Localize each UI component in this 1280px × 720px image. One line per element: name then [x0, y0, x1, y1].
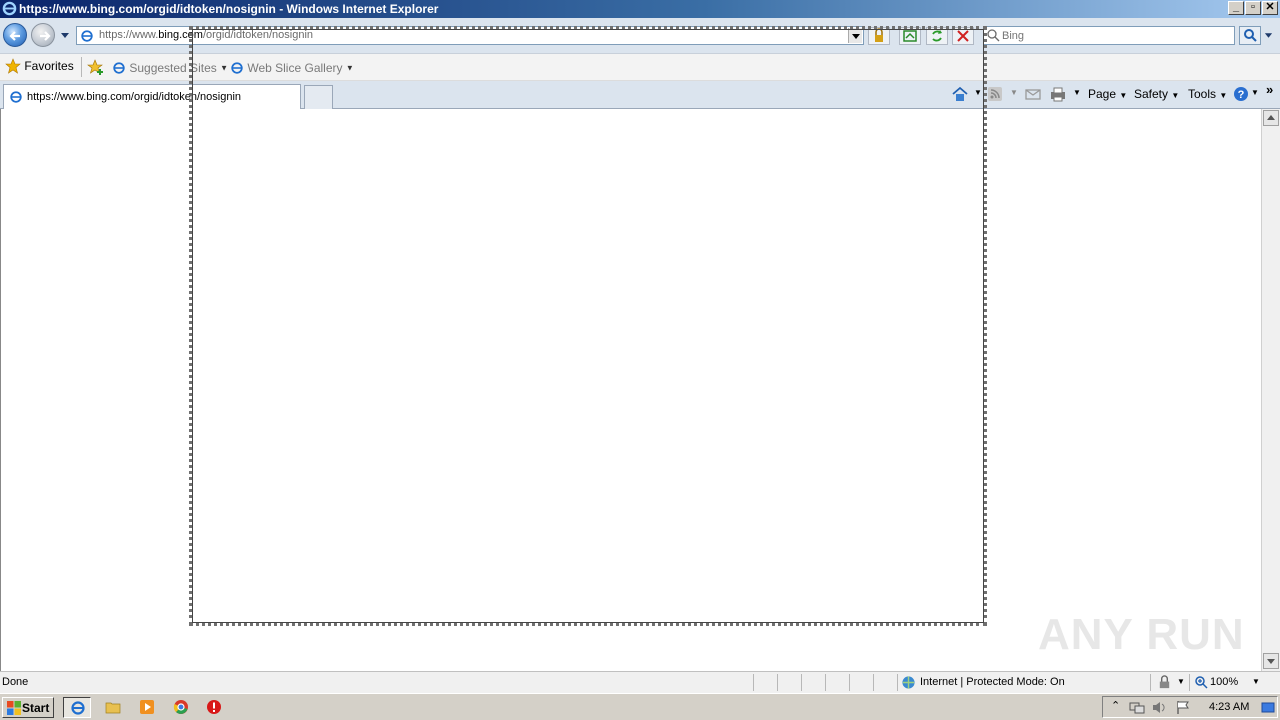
action-center-flag-icon[interactable]: [1175, 700, 1191, 715]
show-hidden-icons-button[interactable]: ⌃: [1111, 699, 1120, 712]
speaker-icon[interactable]: [1151, 700, 1167, 715]
back-button[interactable]: [3, 23, 27, 47]
windows-logo-icon: [7, 701, 21, 715]
back-arrow-icon: [9, 31, 20, 41]
dropdown-arrow-icon: ▼: [1251, 88, 1259, 97]
restore-button[interactable]: ▫: [1245, 1, 1261, 15]
recent-pages-dropdown-icon[interactable]: [60, 32, 70, 40]
show-desktop-icon[interactable]: [1261, 700, 1275, 715]
dropdown-arrow-icon: ▼: [1171, 91, 1180, 100]
ie-page-icon: [113, 62, 125, 74]
taskbar-media-player-button[interactable]: [133, 697, 161, 718]
tab-ie-icon: [10, 91, 22, 103]
minimize-glyph: _: [1232, 1, 1240, 13]
dropdown-arrow-icon: ▼: [1177, 677, 1185, 686]
folder-icon: [105, 702, 121, 714]
vertical-scrollbar[interactable]: [1261, 109, 1280, 671]
scroll-down-button[interactable]: [1263, 653, 1279, 669]
watermark: ANY RUN: [1038, 610, 1245, 659]
page-ie-icon: [81, 30, 93, 42]
mail-icon: [1025, 89, 1041, 100]
search-go-button[interactable]: [1239, 26, 1261, 45]
command-overflow-button[interactable]: »: [1266, 82, 1273, 97]
taskbar: Start ⌃ 4:23 AM: [0, 693, 1280, 720]
read-mail-button[interactable]: [1024, 85, 1046, 105]
tools-menu-label: Tools: [1188, 87, 1217, 101]
favorites-label: Favorites: [24, 59, 74, 73]
zoom-level: 100%: [1210, 676, 1239, 688]
close-glyph: ✕: [1265, 1, 1275, 13]
star-icon: [5, 58, 21, 74]
add-to-favorites-bar-button[interactable]: [87, 58, 107, 76]
dropdown-arrow-icon: ▼: [1219, 91, 1228, 100]
search-box[interactable]: [983, 26, 1235, 45]
safety-menu-label: Safety: [1134, 87, 1169, 101]
internet-explorer-icon: [71, 701, 85, 715]
clock[interactable]: 4:23 AM: [1209, 701, 1249, 713]
zoom-control[interactable]: 100% ▼: [1189, 674, 1264, 691]
status-cell: [801, 674, 825, 691]
red-alert-icon: [207, 700, 221, 714]
search-options-chevron-icon[interactable]: [1264, 32, 1273, 40]
status-cell: [753, 674, 777, 691]
taskbar-chrome-button[interactable]: [167, 697, 195, 718]
system-tray: ⌃ 4:23 AM: [1102, 696, 1278, 718]
feeds-button[interactable]: ▼: [986, 85, 1020, 105]
forward-button[interactable]: [31, 23, 55, 47]
search-input[interactable]: [1002, 28, 1232, 43]
arrow-up-icon: [1267, 115, 1275, 120]
dropdown-arrow-icon: ▼: [1010, 88, 1018, 97]
status-text: Done: [2, 676, 29, 688]
favorites-divider: [81, 57, 82, 77]
protected-mode-button[interactable]: ▼: [1150, 674, 1188, 691]
url-scheme: https://www.: [99, 29, 159, 41]
window-title: https://www.bing.com/orgid/idtoken/nosig…: [19, 2, 439, 16]
title-bar: https://www.bing.com/orgid/idtoken/nosig…: [0, 0, 1280, 18]
help-icon: ?: [1234, 87, 1248, 101]
lock-settings-icon: [1159, 675, 1170, 689]
ie-logo-icon: [2, 1, 17, 16]
rss-feed-icon: [988, 87, 1002, 101]
status-cell: [825, 674, 849, 691]
close-window-button[interactable]: ✕: [1262, 1, 1278, 15]
minimize-button[interactable]: _: [1228, 1, 1244, 15]
svg-text:?: ?: [1238, 89, 1245, 101]
taskbar-ie-button[interactable]: [63, 697, 91, 718]
forward-arrow-icon: [40, 31, 51, 41]
taskbar-stop-app-button[interactable]: [200, 697, 228, 718]
help-button[interactable]: ? ▼: [1232, 85, 1260, 105]
dropdown-arrow-icon: ▼: [1073, 88, 1081, 97]
popup-window-inner: [192, 29, 984, 623]
network-icon[interactable]: [1129, 700, 1145, 715]
zone-label: Internet | Protected Mode: On: [920, 676, 1065, 688]
status-cell: [777, 674, 801, 691]
status-bar: Done Internet | Protected Mode: On ▼ 100…: [0, 671, 1280, 693]
favorites-button[interactable]: Favorites: [5, 58, 74, 74]
dropdown-arrow-icon: ▼: [1252, 677, 1260, 686]
search-provider-icon: [987, 29, 1000, 42]
dropdown-arrow-icon: ▼: [1119, 91, 1128, 100]
restore-glyph: ▫: [1251, 1, 1255, 13]
page-menu-label: Page: [1088, 87, 1117, 101]
scroll-up-button[interactable]: [1263, 110, 1279, 126]
status-cell: [873, 674, 897, 691]
safety-menu[interactable]: Safety ▼: [1134, 87, 1179, 101]
security-zone[interactable]: Internet | Protected Mode: On: [897, 674, 1147, 691]
status-cell: [849, 674, 873, 691]
search-icon: [1244, 29, 1257, 42]
start-button[interactable]: Start: [2, 697, 54, 718]
chrome-icon: [173, 700, 188, 714]
add-favorite-icon: [87, 59, 103, 75]
tools-menu[interactable]: Tools ▼: [1188, 87, 1227, 101]
media-player-icon: [140, 700, 154, 714]
popup-window-frame[interactable]: [189, 26, 987, 626]
globe-icon: [902, 676, 915, 689]
arrow-down-icon: [1267, 659, 1275, 664]
printer-icon: [1051, 87, 1065, 102]
zoom-icon: [1195, 676, 1208, 689]
start-label: Start: [22, 701, 50, 715]
print-button[interactable]: ▼: [1048, 85, 1082, 105]
taskbar-explorer-button[interactable]: [99, 697, 127, 718]
page-menu[interactable]: Page ▼: [1088, 87, 1127, 101]
